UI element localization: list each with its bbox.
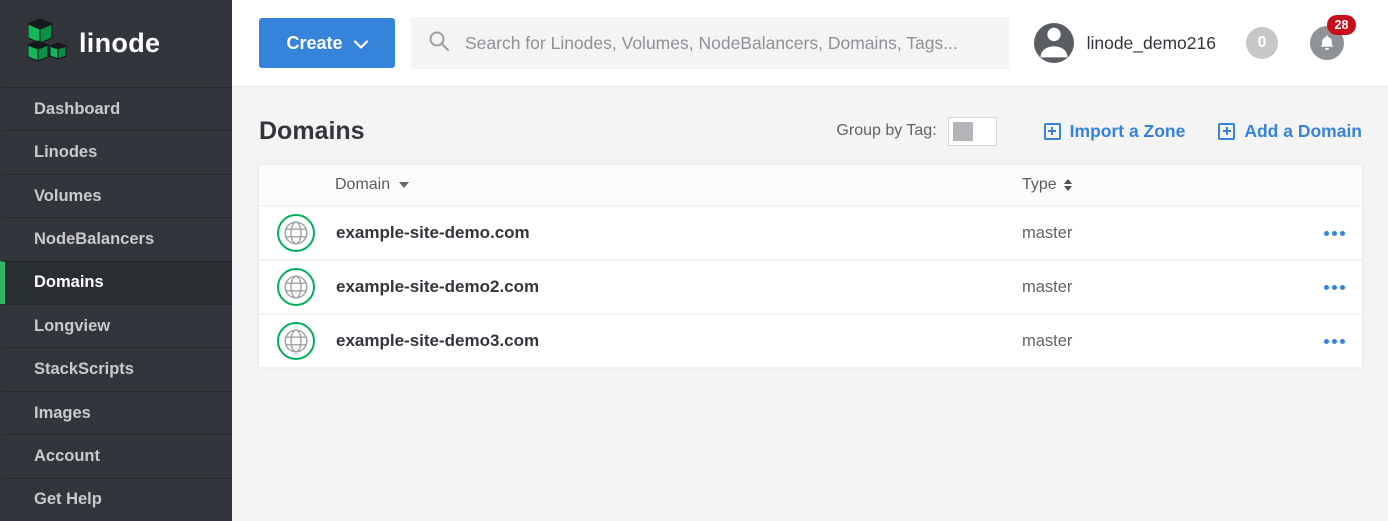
sidebar-item-account[interactable]: Account — [0, 434, 232, 477]
row-actions-button[interactable] — [1320, 225, 1349, 242]
sidebar-item-label: Dashboard — [34, 100, 120, 119]
domain-name-link[interactable]: example-site-demo3.com — [336, 331, 539, 351]
sidebar-item-label: NodeBalancers — [34, 230, 154, 249]
avatar[interactable] — [1034, 23, 1074, 63]
actions-cell — [1314, 225, 1362, 242]
toggle-knob — [953, 122, 973, 141]
page-header: Domains Group by Tag: Import a Zone Add … — [259, 111, 1362, 151]
create-button[interactable]: Create — [259, 18, 395, 68]
search-input[interactable] — [465, 33, 993, 54]
table-body: example-site-demo.com master — [259, 205, 1362, 367]
sidebar: linode Dashboard Linodes Volumes NodeBal… — [0, 0, 232, 521]
domain-cell: example-site-demo.com — [259, 214, 1022, 252]
username[interactable]: linode_demo216 — [1087, 33, 1216, 54]
notifications-button[interactable]: 28 — [1310, 26, 1344, 60]
sidebar-item-nodebalancers[interactable]: NodeBalancers — [0, 217, 232, 260]
row-actions-button[interactable] — [1320, 279, 1349, 296]
domain-type: master — [1022, 278, 1314, 297]
sidebar-item-label: Get Help — [34, 490, 102, 509]
search-icon — [427, 29, 451, 58]
page-title: Domains — [259, 117, 365, 146]
user-area: linode_demo216 0 28 — [1034, 23, 1344, 63]
sidebar-nav: Dashboard Linodes Volumes NodeBalancers … — [0, 87, 232, 521]
sidebar-item-dashboard[interactable]: Dashboard — [0, 87, 232, 130]
sidebar-item-longview[interactable]: Longview — [0, 304, 232, 347]
column-header-domain[interactable]: Domain — [259, 176, 1022, 194]
sidebar-item-label: StackScripts — [34, 360, 134, 379]
globe-icon — [277, 268, 315, 306]
global-search — [411, 17, 1009, 69]
table-row: example-site-demo3.com master — [259, 313, 1362, 367]
column-header-type-label: Type — [1022, 176, 1057, 194]
sidebar-item-stackscripts[interactable]: StackScripts — [0, 347, 232, 390]
topbar: Create linode_demo216 0 — [232, 0, 1388, 87]
domain-type: master — [1022, 224, 1314, 243]
person-icon — [1035, 23, 1073, 63]
sidebar-item-label: Linodes — [34, 143, 97, 162]
linode-cloud-manager: linode Dashboard Linodes Volumes NodeBal… — [0, 0, 1388, 521]
domain-cell: example-site-demo2.com — [259, 268, 1022, 306]
group-by-tag-label: Group by Tag: — [836, 122, 936, 140]
sidebar-item-linodes[interactable]: Linodes — [0, 130, 232, 173]
row-actions-button[interactable] — [1320, 333, 1349, 350]
add-domain-label: Add a Domain — [1244, 121, 1362, 142]
plus-box-icon — [1044, 123, 1061, 140]
table-row: example-site-demo2.com master — [259, 259, 1362, 313]
group-by-tag-toggle[interactable] — [948, 117, 997, 146]
sidebar-item-label: Domains — [34, 273, 104, 292]
globe-icon — [277, 214, 315, 252]
sidebar-item-images[interactable]: Images — [0, 391, 232, 434]
domains-table: Domain Type — [259, 165, 1362, 367]
sidebar-item-label: Account — [34, 447, 100, 466]
chevron-down-icon — [354, 33, 368, 54]
linode-logo-text: linode — [79, 28, 160, 59]
sidebar-item-volumes[interactable]: Volumes — [0, 174, 232, 217]
linode-logo[interactable]: linode — [0, 0, 232, 87]
actions-cell — [1314, 333, 1362, 350]
table-row: example-site-demo.com master — [259, 205, 1362, 259]
plus-box-icon — [1218, 123, 1235, 140]
table-header-row: Domain Type — [259, 165, 1362, 205]
column-header-domain-label: Domain — [335, 176, 390, 194]
sidebar-item-get-help[interactable]: Get Help — [0, 478, 232, 521]
domain-name-link[interactable]: example-site-demo.com — [336, 223, 530, 243]
domain-type: master — [1022, 332, 1314, 351]
add-domain-link[interactable]: Add a Domain — [1218, 121, 1362, 142]
events-badge[interactable]: 0 — [1246, 27, 1278, 59]
actions-cell — [1314, 279, 1362, 296]
notifications-count-badge: 28 — [1327, 15, 1356, 35]
sort-desc-icon — [399, 182, 409, 188]
sidebar-item-label: Images — [34, 404, 91, 423]
linode-logo-icon — [28, 19, 68, 68]
import-zone-link[interactable]: Import a Zone — [1044, 121, 1186, 142]
domain-name-link[interactable]: example-site-demo2.com — [336, 277, 539, 297]
column-header-type[interactable]: Type — [1022, 176, 1314, 194]
sidebar-item-label: Longview — [34, 317, 110, 336]
create-button-label: Create — [286, 33, 342, 54]
globe-icon — [277, 322, 315, 360]
main-area: Create linode_demo216 0 — [232, 0, 1388, 521]
domains-page: Domains Group by Tag: Import a Zone Add … — [232, 87, 1388, 367]
sidebar-item-domains[interactable]: Domains — [0, 261, 232, 304]
sort-icon — [1064, 179, 1072, 191]
page-header-controls: Group by Tag: Import a Zone Add a Domain — [836, 117, 1362, 146]
import-zone-label: Import a Zone — [1070, 121, 1186, 142]
sidebar-item-label: Volumes — [34, 187, 102, 206]
domain-cell: example-site-demo3.com — [259, 322, 1022, 360]
